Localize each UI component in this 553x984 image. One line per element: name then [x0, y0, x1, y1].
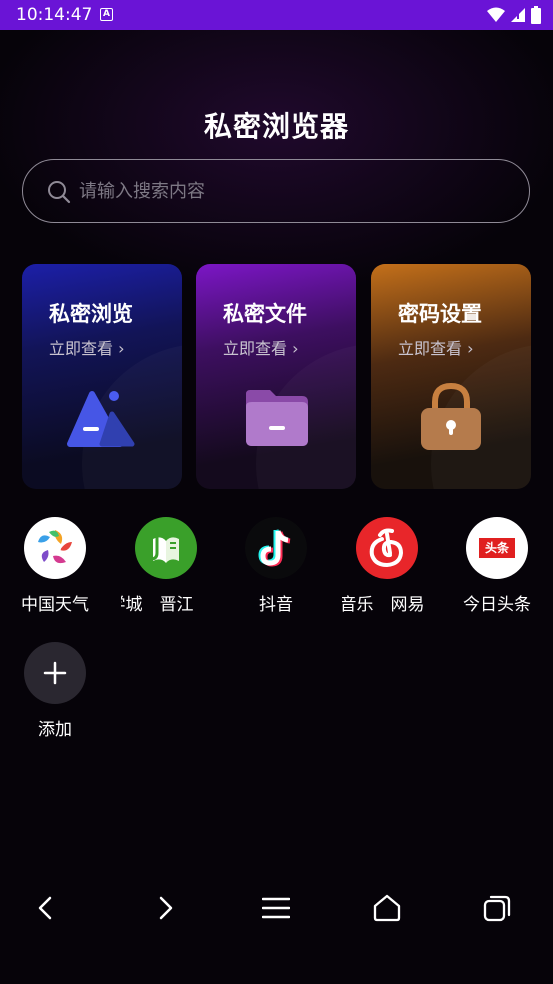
app-title-text: 私密浏览器 — [203, 110, 349, 143]
home-button[interactable] — [367, 888, 407, 928]
menu-button[interactable] — [256, 888, 296, 928]
app-title: 私密浏览器 — [195, 101, 355, 145]
toutiao-badge: 头条 — [479, 538, 515, 558]
weather-icon — [24, 517, 86, 579]
search-icon — [48, 181, 71, 204]
image-icon — [67, 391, 135, 447]
card-title: 私密文件 — [223, 302, 307, 326]
add-label: 添加 — [38, 720, 72, 740]
add-shortcut-button[interactable]: 添加 — [10, 642, 100, 740]
card-link[interactable]: 立即查看 › — [398, 335, 474, 359]
shortcut-netease-music[interactable]: 音乐 网易 — [342, 517, 432, 615]
signal-icon — [511, 8, 525, 22]
jinjiang-icon — [135, 517, 197, 579]
card-private-browsing[interactable]: 私密浏览 立即查看 › — [22, 264, 182, 489]
shortcut-label: 今日头条 — [463, 595, 531, 615]
shortcut-label: 学城 晋江 — [121, 595, 194, 615]
header: 私密浏览器 — [0, 101, 553, 145]
battery-icon — [531, 6, 541, 24]
home-icon — [373, 894, 401, 922]
folder-icon — [246, 390, 308, 446]
chevron-left-icon — [38, 896, 52, 920]
card-title: 密码设置 — [398, 302, 482, 326]
chevron-right-icon — [159, 896, 173, 920]
notification-icon: A — [100, 8, 113, 21]
shortcut-douyin[interactable]: 抖音 — [231, 517, 321, 615]
shortcut-jinjiang[interactable]: 学城 晋江 — [121, 517, 211, 615]
card-private-files[interactable]: 私密文件 立即查看 › — [196, 264, 356, 489]
shortcut-toutiao[interactable]: 头条 今日头条 — [452, 517, 542, 615]
card-link[interactable]: 立即查看 › — [223, 335, 299, 359]
back-button[interactable] — [25, 888, 65, 928]
toutiao-icon: 头条 — [466, 517, 528, 579]
shortcut-label: 音乐 网易 — [342, 595, 425, 615]
status-bar: 10:14:47 A — [0, 0, 553, 30]
shortcut-china-weather[interactable]: 中国天气 — [10, 517, 100, 615]
netease-music-icon — [356, 517, 418, 579]
shortcut-label: 中国天气 — [21, 595, 89, 615]
wifi-icon — [487, 7, 505, 22]
tabs-button[interactable] — [477, 888, 517, 928]
menu-icon — [262, 897, 290, 919]
card-link[interactable]: 立即查看 › — [49, 335, 125, 359]
plus-icon — [24, 642, 86, 704]
lock-icon — [421, 382, 481, 450]
forward-button[interactable] — [146, 888, 186, 928]
tiktok-icon — [245, 517, 307, 579]
shortcut-label: 抖音 — [259, 595, 293, 615]
tabs-icon — [483, 895, 511, 922]
card-title: 私密浏览 — [49, 302, 133, 326]
search-bar[interactable] — [22, 159, 530, 223]
search-input[interactable] — [79, 174, 509, 208]
status-time: 10:14:47 — [16, 5, 93, 25]
card-password-settings[interactable]: 密码设置 立即查看 › — [371, 264, 531, 489]
